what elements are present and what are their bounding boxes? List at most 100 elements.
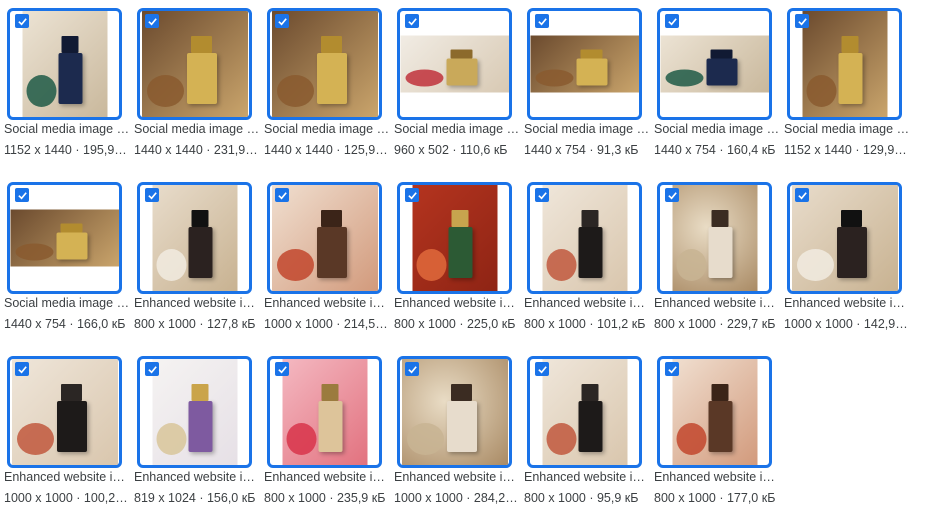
checkbox-checked-icon[interactable]: [535, 14, 549, 28]
perfume-cap: [581, 384, 598, 401]
perfume-bottle: [446, 58, 477, 86]
file-name: Enhanced website image: [784, 296, 910, 310]
checkbox-checked-icon[interactable]: [405, 14, 419, 28]
thumbnail-image: [152, 185, 237, 291]
thumbnail-frame[interactable]: [527, 182, 642, 294]
image-tile[interactable]: Social media image - Vanilla wide 1440 x …: [524, 0, 654, 174]
perfume-cap: [450, 384, 472, 401]
image-tile[interactable]: Social media image - Vanilla 1440 x 1440 …: [134, 0, 264, 174]
file-dimensions-size: 1440 x 754 · 166,0 кБ: [4, 317, 126, 331]
file-dimensions-size: 800 x 1000 · 177,0 кБ: [654, 491, 776, 505]
scene-accent: [676, 249, 706, 281]
thumbnail-frame[interactable]: [527, 8, 642, 120]
checkbox-checked-icon[interactable]: [795, 14, 809, 28]
checkbox-checked-icon[interactable]: [145, 362, 159, 376]
thumbnail-frame[interactable]: [7, 356, 122, 468]
image-tile[interactable]: Enhanced website image 800 x 1000 · 235,9…: [264, 348, 394, 522]
checkbox-checked-icon[interactable]: [15, 14, 29, 28]
checkbox-checked-icon[interactable]: [145, 188, 159, 202]
thumbnail-frame[interactable]: [657, 8, 772, 120]
perfume-bottle: [708, 401, 732, 452]
file-dimensions-size: 819 x 1024 · 156,0 кБ: [134, 491, 256, 505]
thumbnail-frame[interactable]: [657, 356, 772, 468]
image-tile[interactable]: Social media image - Dates tall 1152 x 14…: [784, 0, 914, 174]
file-name: Enhanced website image: [134, 296, 260, 310]
checkbox-checked-icon[interactable]: [275, 188, 289, 202]
checkbox-checked-icon[interactable]: [275, 14, 289, 28]
perfume-cap: [60, 223, 82, 233]
thumbnail-frame[interactable]: [267, 8, 382, 120]
perfume-cap: [580, 49, 602, 59]
file-name: Social media image - Vanilla wide: [524, 122, 650, 136]
perfume-cap: [320, 210, 342, 227]
perfume-bottle: [836, 227, 867, 278]
thumbnail-frame[interactable]: [137, 182, 252, 294]
file-name: Social media image - Flowers: [394, 122, 520, 136]
file-name: Enhanced website image: [134, 470, 260, 484]
image-tile[interactable]: Enhanced website image 800 x 1000 · 229,7…: [654, 174, 784, 348]
perfume-bottle: [838, 53, 862, 104]
thumbnail-frame[interactable]: [137, 356, 252, 468]
perfume-bottle: [708, 227, 732, 278]
perfume-cap: [711, 210, 728, 227]
thumbnail-frame[interactable]: [397, 8, 512, 120]
image-tile[interactable]: Enhanced website image 1000 x 1000 · 214,…: [264, 174, 394, 348]
image-tile[interactable]: Enhanced website image 1000 x 1000 · 142,…: [784, 174, 914, 348]
checkbox-checked-icon[interactable]: [405, 188, 419, 202]
thumbnail-frame[interactable]: [397, 182, 512, 294]
image-tile[interactable]: Enhanced website image 800 x 1000 · 177,0…: [654, 348, 784, 522]
image-tile[interactable]: Enhanced website image 1000 x 1000 · 284,…: [394, 348, 524, 522]
image-tile[interactable]: Enhanced website image 800 x 1000 · 95,9 …: [524, 348, 654, 522]
image-tile[interactable]: Social media image - Pods 1440 x 754 · 16…: [4, 174, 134, 348]
checkbox-checked-icon[interactable]: [15, 188, 29, 202]
perfume-cap: [61, 36, 78, 53]
perfume-cap: [840, 210, 862, 227]
thumbnail-frame[interactable]: [267, 356, 382, 468]
thumbnail-image: [22, 11, 107, 117]
thumbnail-frame[interactable]: [137, 8, 252, 120]
scene-accent: [16, 423, 54, 455]
scene-accent: [15, 243, 53, 261]
scene-accent: [535, 69, 573, 87]
image-tile[interactable]: Social media image - Ambient 1152 x 1440 …: [4, 0, 134, 174]
checkbox-checked-icon[interactable]: [665, 14, 679, 28]
checkbox-checked-icon[interactable]: [15, 362, 29, 376]
file-name: Social media image - Dates: [264, 122, 390, 136]
file-name: Enhanced website image: [264, 470, 390, 484]
thumbnail-image: [660, 35, 769, 93]
image-tile[interactable]: Social media image - Duo 1440 x 754 · 160…: [654, 0, 784, 174]
perfume-bottle: [706, 58, 737, 86]
checkbox-checked-icon[interactable]: [145, 14, 159, 28]
thumbnail-frame[interactable]: [527, 356, 642, 468]
thumbnail-frame[interactable]: [7, 182, 122, 294]
perfume-bottle: [56, 401, 87, 452]
image-tile[interactable]: Enhanced website image 800 x 1000 · 101,2…: [524, 174, 654, 348]
checkbox-checked-icon[interactable]: [665, 188, 679, 202]
checkbox-checked-icon[interactable]: [275, 362, 289, 376]
image-tile[interactable]: Enhanced website image 800 x 1000 · 225,0…: [394, 174, 524, 348]
perfume-cap: [321, 384, 338, 401]
checkbox-checked-icon[interactable]: [535, 362, 549, 376]
thumbnail-frame[interactable]: [787, 182, 902, 294]
perfume-cap: [60, 384, 82, 401]
thumbnail-frame[interactable]: [657, 182, 772, 294]
thumbnail-frame[interactable]: [787, 8, 902, 120]
thumbnail-frame[interactable]: [7, 8, 122, 120]
scene-accent: [146, 75, 184, 107]
image-tile[interactable]: Enhanced website image 800 x 1000 · 127,8…: [134, 174, 264, 348]
image-tile[interactable]: Enhanced website image 819 x 1024 · 156,0…: [134, 348, 264, 522]
image-tile[interactable]: Social media image - Flowers 960 x 502 · …: [394, 0, 524, 174]
image-tile[interactable]: Social media image - Dates 1440 x 1440 · …: [264, 0, 394, 174]
checkbox-checked-icon[interactable]: [665, 362, 679, 376]
thumbnail-frame[interactable]: [397, 356, 512, 468]
checkbox-checked-icon[interactable]: [535, 188, 549, 202]
file-name: Social media image - Duo: [654, 122, 780, 136]
thumbnail-frame[interactable]: [267, 182, 382, 294]
perfume-bottle: [186, 53, 217, 104]
file-dimensions-size: 800 x 1000 · 95,9 кБ: [524, 491, 639, 505]
image-tile[interactable]: Enhanced website image 1000 x 1000 · 100,…: [4, 348, 134, 522]
perfume-cap: [841, 36, 858, 53]
checkbox-checked-icon[interactable]: [795, 188, 809, 202]
file-dimensions-size: 800 x 1000 · 127,8 кБ: [134, 317, 256, 331]
checkbox-checked-icon[interactable]: [405, 362, 419, 376]
